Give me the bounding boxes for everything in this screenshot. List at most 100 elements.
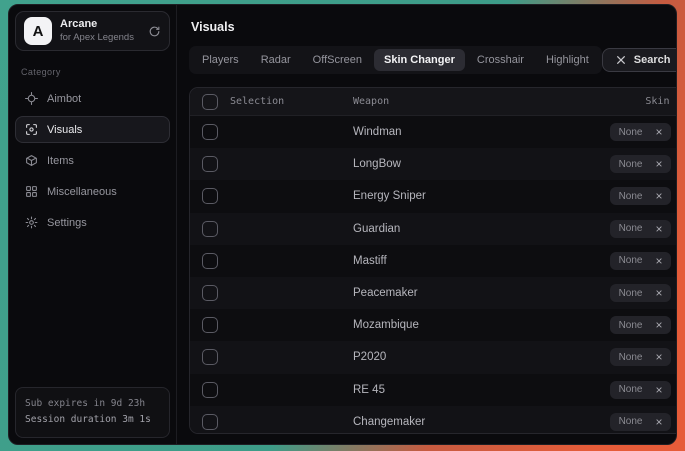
tab-row: Players Radar OffScreen Skin Changer Cro… bbox=[189, 46, 677, 74]
row-checkbox[interactable] bbox=[202, 253, 218, 269]
weapon-name: LongBow bbox=[353, 158, 401, 170]
app-header-text: Arcane for Apex Legends bbox=[60, 18, 140, 44]
skin-select[interactable]: None × bbox=[610, 187, 672, 205]
skin-value: None bbox=[619, 127, 643, 138]
app-header-card: A Arcane for Apex Legends bbox=[15, 11, 170, 51]
table-row: Energy Sniper None × bbox=[190, 180, 677, 212]
clear-skin-icon[interactable]: × bbox=[655, 255, 662, 267]
weapon-name: Changemaker bbox=[353, 416, 425, 428]
clear-skin-icon[interactable]: × bbox=[655, 223, 662, 235]
sidebar-item-settings[interactable]: Settings bbox=[15, 209, 170, 236]
skin-select[interactable]: None × bbox=[610, 252, 672, 270]
skin-select[interactable]: None × bbox=[610, 284, 672, 302]
table-row: P2020 None × bbox=[190, 341, 677, 373]
gear-icon bbox=[25, 216, 38, 229]
weapon-name: Guardian bbox=[353, 223, 400, 235]
clear-skin-icon[interactable]: × bbox=[655, 126, 662, 138]
search-button[interactable]: Search bbox=[602, 48, 677, 72]
weapon-name: Windman bbox=[353, 126, 402, 138]
skin-value: None bbox=[619, 255, 643, 266]
row-checkbox[interactable] bbox=[202, 156, 218, 172]
clear-skin-icon[interactable]: × bbox=[655, 319, 662, 331]
table-row: Changemaker None × bbox=[190, 406, 677, 434]
skin-select[interactable]: None × bbox=[610, 316, 672, 334]
tab-players[interactable]: Players bbox=[192, 49, 249, 71]
table-row: RE 45 None × bbox=[190, 374, 677, 406]
refresh-icon[interactable] bbox=[148, 25, 161, 38]
search-button-label: Search bbox=[634, 54, 671, 66]
clear-skin-icon[interactable]: × bbox=[655, 384, 662, 396]
table-row: Guardian None × bbox=[190, 213, 677, 245]
table-row: Mozambique None × bbox=[190, 309, 677, 341]
session-duration-text: Session duration 3m 1s bbox=[25, 412, 160, 429]
sidebar-item-label: Aimbot bbox=[47, 93, 81, 105]
row-checkbox[interactable] bbox=[202, 317, 218, 333]
tab-radar[interactable]: Radar bbox=[251, 49, 301, 71]
scan-eye-icon bbox=[25, 123, 38, 136]
page-title: Visuals bbox=[191, 20, 677, 34]
sidebar-item-label: Miscellaneous bbox=[47, 186, 117, 198]
row-checkbox[interactable] bbox=[202, 124, 218, 140]
weapon-name: RE 45 bbox=[353, 384, 385, 396]
clear-skin-icon[interactable]: × bbox=[655, 287, 662, 299]
sidebar-nav: Aimbot Visuals Items bbox=[15, 85, 170, 236]
table-row: Mastiff None × bbox=[190, 245, 677, 277]
skin-select[interactable]: None × bbox=[610, 155, 672, 173]
skin-value: None bbox=[619, 384, 643, 395]
app-title: Arcane bbox=[60, 18, 140, 32]
table-row: LongBow None × bbox=[190, 148, 677, 180]
row-checkbox[interactable] bbox=[202, 221, 218, 237]
skin-changer-table: Selection Weapon Skin Windman None × Lon… bbox=[189, 87, 677, 434]
app-window: A Arcane for Apex Legends Category Aimbo… bbox=[8, 4, 677, 445]
skin-value: None bbox=[619, 320, 643, 331]
row-checkbox[interactable] bbox=[202, 382, 218, 398]
category-label: Category bbox=[21, 67, 164, 77]
weapon-name: Mozambique bbox=[353, 319, 419, 331]
row-checkbox[interactable] bbox=[202, 414, 218, 430]
tab-offscreen[interactable]: OffScreen bbox=[303, 49, 372, 71]
skin-select[interactable]: None × bbox=[610, 413, 672, 431]
weapon-column-header: Weapon bbox=[353, 96, 389, 107]
skin-select[interactable]: None × bbox=[610, 123, 672, 141]
weapon-name: Energy Sniper bbox=[353, 190, 426, 202]
sidebar-item-label: Visuals bbox=[47, 124, 82, 136]
skin-select[interactable]: None × bbox=[610, 381, 672, 399]
clear-skin-icon[interactable]: × bbox=[655, 190, 662, 202]
sidebar-item-aimbot[interactable]: Aimbot bbox=[15, 85, 170, 112]
sidebar-item-miscellaneous[interactable]: Miscellaneous bbox=[15, 178, 170, 205]
main-panel: Visuals Players Radar OffScreen Skin Cha… bbox=[177, 5, 677, 444]
row-checkbox[interactable] bbox=[202, 349, 218, 365]
skin-value: None bbox=[619, 159, 643, 170]
skin-value: None bbox=[619, 416, 643, 427]
clear-skin-icon[interactable]: × bbox=[655, 158, 662, 170]
weapon-name: Mastiff bbox=[353, 255, 387, 267]
select-all-checkbox[interactable] bbox=[202, 94, 218, 110]
grid-icon bbox=[25, 185, 38, 198]
weapon-name: Peacemaker bbox=[353, 287, 418, 299]
app-subtitle: for Apex Legends bbox=[60, 32, 140, 44]
crosshair-icon bbox=[25, 92, 38, 105]
table-header-row: Selection Weapon Skin bbox=[190, 88, 677, 116]
clear-skin-icon[interactable]: × bbox=[655, 416, 662, 428]
sidebar-item-label: Items bbox=[47, 155, 74, 167]
tab-skin-changer[interactable]: Skin Changer bbox=[374, 49, 465, 71]
sidebar-item-label: Settings bbox=[47, 217, 87, 229]
selection-column-header: Selection bbox=[230, 96, 284, 107]
subscription-info-card: Sub expires in 9d 23h Session duration 3… bbox=[15, 387, 170, 438]
sidebar-item-visuals[interactable]: Visuals bbox=[15, 116, 170, 143]
row-checkbox[interactable] bbox=[202, 188, 218, 204]
sidebar-item-items[interactable]: Items bbox=[15, 147, 170, 174]
clear-skin-icon[interactable]: × bbox=[655, 351, 662, 363]
row-checkbox[interactable] bbox=[202, 285, 218, 301]
skin-select[interactable]: None × bbox=[610, 348, 672, 366]
table-row: Windman None × bbox=[190, 116, 677, 148]
skin-value: None bbox=[619, 191, 643, 202]
tab-highlight[interactable]: Highlight bbox=[536, 49, 599, 71]
weapon-name: P2020 bbox=[353, 351, 386, 363]
sub-expiry-text: Sub expires in 9d 23h bbox=[25, 396, 160, 413]
tab-bar: Players Radar OffScreen Skin Changer Cro… bbox=[189, 46, 602, 74]
skin-select[interactable]: None × bbox=[610, 220, 672, 238]
sidebar: A Arcane for Apex Legends Category Aimbo… bbox=[9, 5, 177, 444]
skin-value: None bbox=[619, 288, 643, 299]
tab-crosshair[interactable]: Crosshair bbox=[467, 49, 534, 71]
